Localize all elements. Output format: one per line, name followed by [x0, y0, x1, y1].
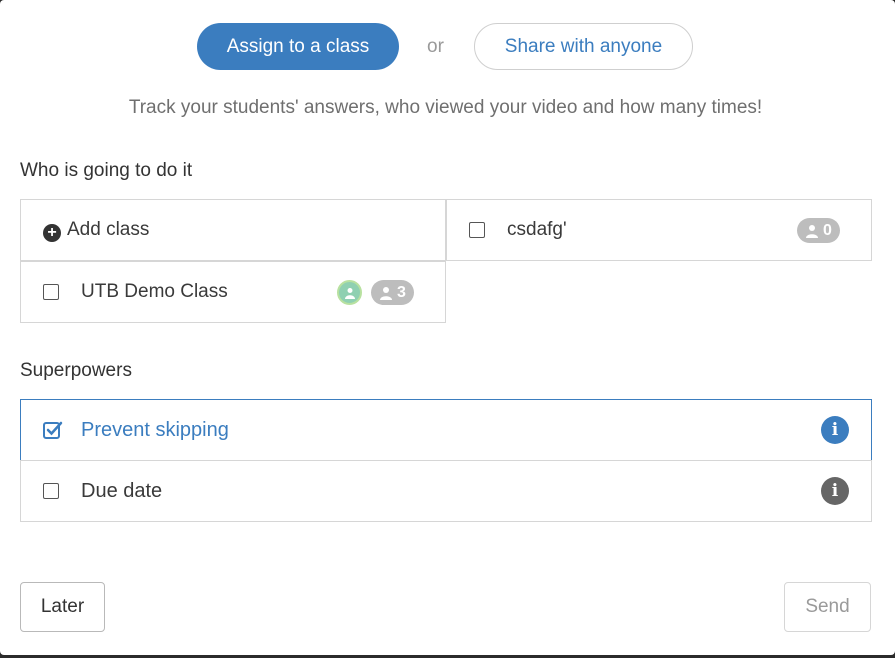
class-name: csdafg'	[507, 219, 567, 240]
class-checkbox[interactable]	[43, 284, 59, 300]
add-class-label: Add class	[67, 219, 150, 240]
plus-circle-icon: +	[43, 224, 61, 242]
add-class-button[interactable]: + Add class	[20, 199, 446, 261]
superpower-label: Due date	[81, 480, 163, 502]
share-with-anyone-button[interactable]: Share with anyone	[474, 23, 693, 70]
later-button[interactable]: Later	[20, 582, 105, 632]
class-checkbox[interactable]	[469, 222, 485, 238]
assign-modal: Assign to a class or Share with anyone T…	[0, 0, 895, 655]
checked-checkbox-icon[interactable]	[43, 420, 63, 440]
student-avatar-icon	[337, 280, 362, 305]
user-icon	[806, 224, 818, 238]
student-count: 0	[823, 222, 832, 239]
superpower-due-date[interactable]: Due date i	[20, 460, 872, 522]
tagline: Track your students' answers, who viewed…	[128, 97, 763, 118]
who-section-heading: Who is going to do it	[20, 160, 193, 181]
info-icon[interactable]: i	[821, 477, 849, 505]
or-separator: or	[427, 36, 444, 57]
student-count-badge: 0	[797, 218, 840, 243]
user-icon	[380, 286, 392, 300]
superpowers-heading: Superpowers	[20, 360, 132, 381]
student-count-badge: 3	[371, 280, 414, 305]
superpower-label: Prevent skipping	[81, 419, 229, 441]
superpower-prevent-skipping[interactable]: Prevent skipping i	[20, 399, 872, 461]
student-count: 3	[397, 284, 406, 301]
class-item[interactable]: csdafg' 0	[446, 199, 872, 261]
info-icon[interactable]: i	[821, 416, 849, 444]
add-class-row: + Add class	[43, 200, 149, 260]
assign-to-class-button[interactable]: Assign to a class	[197, 23, 399, 70]
send-button[interactable]: Send	[784, 582, 871, 632]
mode-switch: Assign to a class or Share with anyone	[0, 23, 895, 71]
class-name: UTB Demo Class	[81, 281, 228, 302]
due-date-checkbox[interactable]	[43, 483, 59, 499]
class-item[interactable]: UTB Demo Class 3	[20, 261, 446, 323]
